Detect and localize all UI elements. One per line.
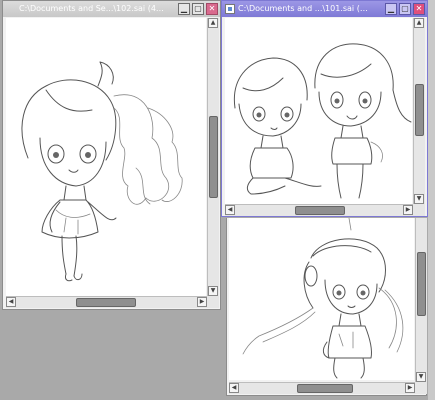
resize-grip[interactable] [413,204,425,216]
workspace-edge [428,0,435,400]
close-icon[interactable]: ✕ [413,3,425,15]
sketch-two-girls [233,43,412,199]
window-controls: ▁ ▢ ✕ [385,3,425,15]
sketch-single-girl [21,61,183,282]
minimize-icon[interactable]: ▁ [178,3,190,15]
arrow-right-icon[interactable]: ▶ [405,383,415,393]
vertical-scroll-thumb[interactable] [417,252,426,316]
drawing-canvas[interactable] [229,218,414,380]
window-title: C:\Documents and Se...\102.sai (49.35%) [19,4,164,13]
sketch-headphone-girl [242,218,404,379]
arrow-left-icon[interactable]: ◀ [6,297,16,307]
arrow-left-icon[interactable]: ◀ [229,383,239,393]
window-title: C:\Documents and ...\101.sai (46.7%) [238,4,371,13]
resize-grip[interactable] [415,382,427,394]
document-window-101[interactable]: C:\Documents and ...\101.sai (46.7%) ▁ ▢… [221,0,428,217]
sai-app-icon [225,4,235,14]
vertical-scrollbar[interactable]: ▲ ▼ [413,18,425,204]
drawing-canvas[interactable] [6,18,206,296]
horizontal-scrollbar[interactable]: ◀ ▶ [6,296,207,308]
minimize-icon[interactable]: ▁ [385,3,397,15]
arrow-down-icon[interactable]: ▼ [208,286,218,296]
vertical-scrollbar[interactable]: ▲ ▼ [207,18,219,296]
vertical-scroll-thumb[interactable] [209,116,218,198]
horizontal-scrollbar[interactable]: ◀ ▶ [225,204,413,216]
vertical-scroll-thumb[interactable] [415,84,424,136]
arrow-left-icon[interactable]: ◀ [225,205,235,215]
horizontal-scroll-thumb[interactable] [297,384,353,393]
arrow-up-icon[interactable]: ▲ [414,18,424,28]
document-window-102[interactable]: C:\Documents and Se...\102.sai (49.35%) … [2,0,221,310]
arrow-up-icon[interactable]: ▲ [208,18,218,28]
drawing-canvas[interactable] [225,18,412,204]
horizontal-scroll-thumb[interactable] [295,206,345,215]
close-icon[interactable]: ✕ [206,3,218,15]
arrow-right-icon[interactable]: ▶ [197,297,207,307]
resize-grip[interactable] [207,296,219,308]
horizontal-scroll-thumb[interactable] [76,298,136,307]
title-bar[interactable]: C:\Documents and ...\101.sai (46.7%) ▁ ▢… [222,1,427,17]
arrow-down-icon[interactable]: ▼ [414,194,424,204]
window-controls: ▁ ▢ ✕ [178,3,218,15]
arrow-down-icon[interactable]: ▼ [416,372,426,382]
document-window-103[interactable]: ▼ ◀ ▶ [226,218,427,396]
maximize-icon[interactable]: ▢ [192,3,204,15]
maximize-icon[interactable]: ▢ [399,3,411,15]
vertical-scrollbar[interactable]: ▼ [415,218,427,382]
title-bar[interactable]: C:\Documents and Se...\102.sai (49.35%) … [3,1,220,17]
horizontal-scrollbar[interactable]: ◀ ▶ [229,382,415,394]
arrow-right-icon[interactable]: ▶ [403,205,413,215]
